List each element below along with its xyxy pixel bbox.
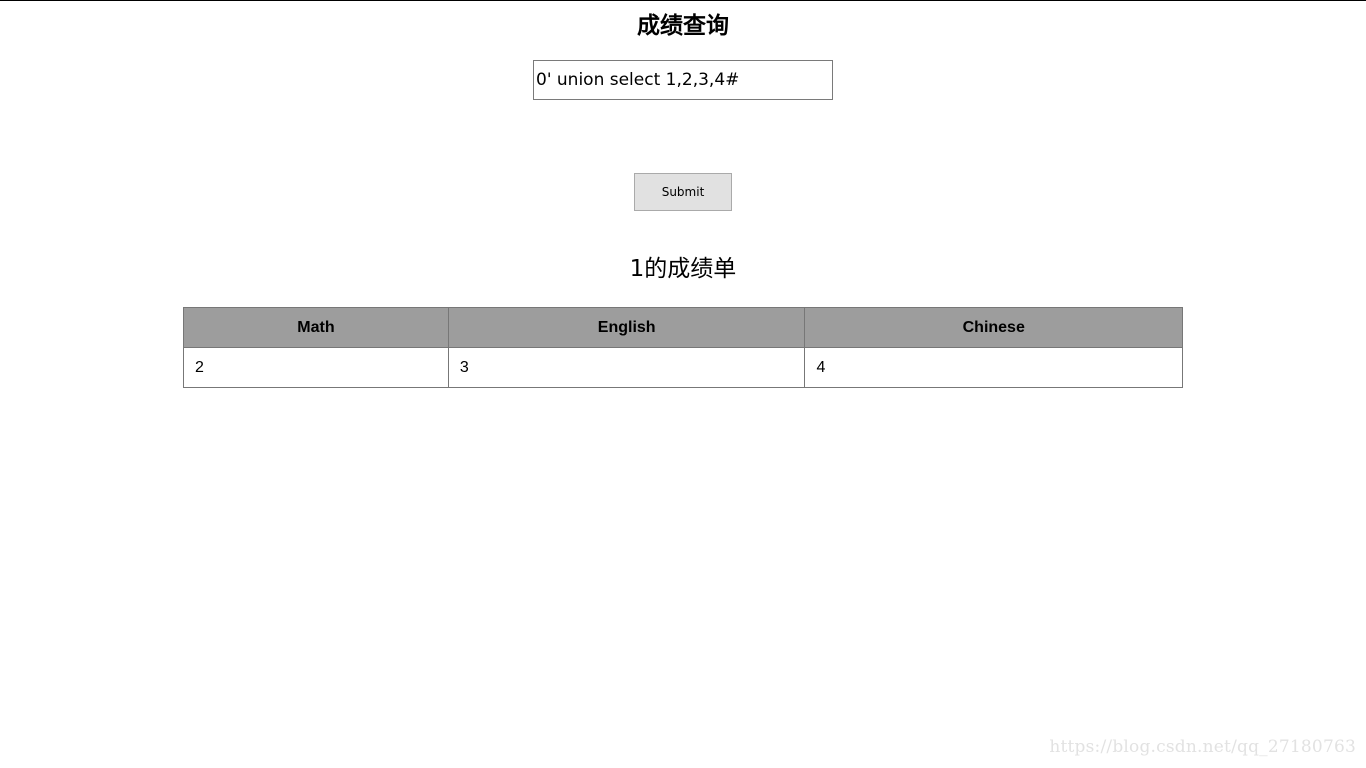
cell-chinese: 4	[804, 347, 1183, 388]
scores-table: Math English Chinese 2 3 4	[183, 307, 1183, 388]
cell-math: 2	[183, 347, 449, 388]
cell-english: 3	[447, 347, 806, 388]
page-title: 成绩查询	[637, 13, 729, 39]
column-header-english: English	[447, 307, 806, 348]
submit-button[interactable]: Submit	[634, 173, 732, 211]
table-row: 2 3 4	[183, 347, 1183, 388]
column-header-math: Math	[183, 307, 449, 348]
query-input[interactable]	[533, 60, 833, 100]
watermark-text: https://blog.csdn.net/qq_27180763	[1049, 737, 1356, 757]
result-title: 1的成绩单	[629, 256, 737, 282]
top-border	[0, 0, 1366, 1]
table-header-row: Math English Chinese	[183, 307, 1183, 348]
column-header-chinese: Chinese	[804, 307, 1183, 348]
